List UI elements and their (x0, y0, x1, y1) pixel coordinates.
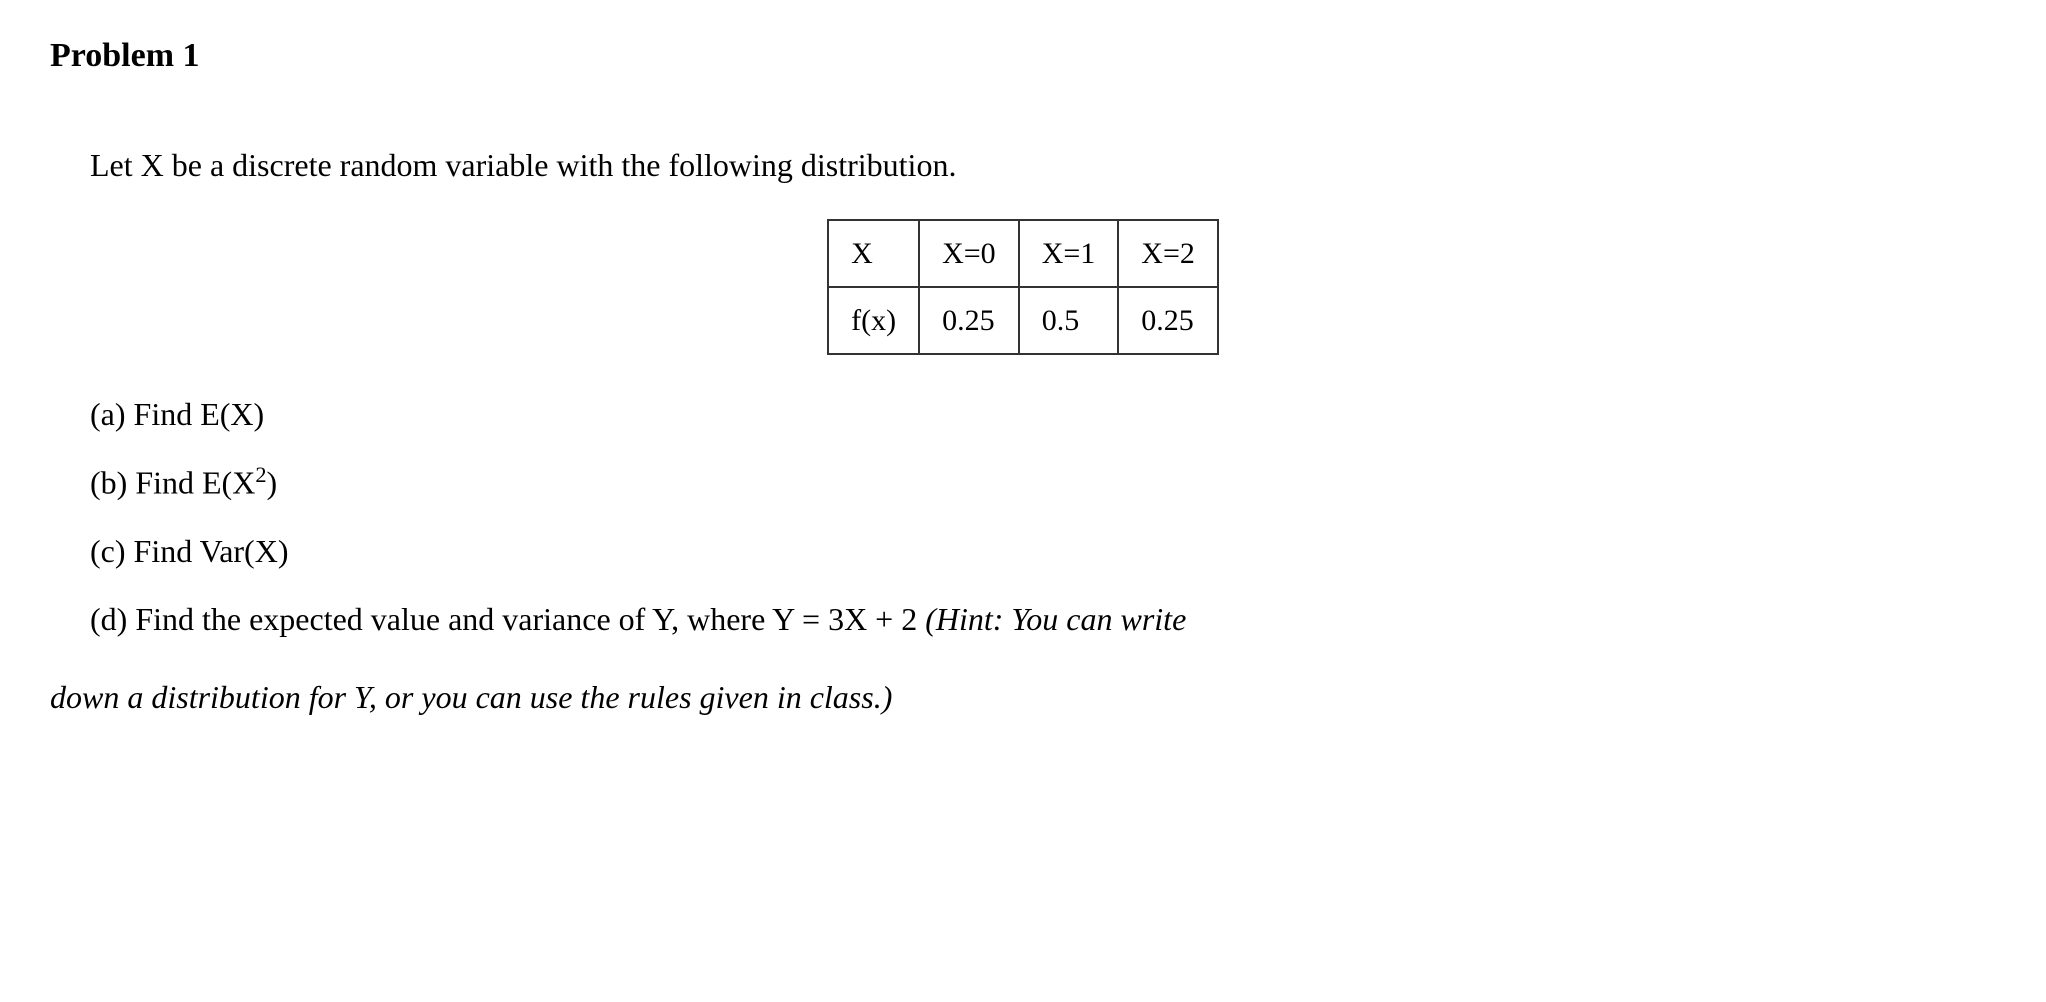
part-b-suffix: ) (267, 465, 278, 501)
part-a: (a) Find E(X) (90, 390, 1996, 438)
table-cell-x0: X=0 (919, 220, 1019, 287)
part-b-superscript: 2 (255, 462, 266, 487)
table-cell-x1: X=1 (1019, 220, 1119, 287)
table-cell-x-label: X (828, 220, 919, 287)
part-c: (c) Find Var(X) (90, 527, 1996, 575)
table-cell-fx2: 0.25 (1118, 287, 1218, 354)
part-d-continuation: down a distribution for Y, or you can us… (50, 673, 1996, 721)
problem-title: Problem 1 (50, 30, 1996, 81)
part-d-hint: (Hint: You can write (925, 601, 1186, 637)
part-d: (d) Find the expected value and variance… (90, 595, 1996, 643)
distribution-table: X X=0 X=1 X=2 f(x) 0.25 0.5 0.25 (827, 219, 1219, 355)
table-row: f(x) 0.25 0.5 0.25 (828, 287, 1218, 354)
part-d-main: (d) Find the expected value and variance… (90, 601, 925, 637)
table-cell-x2: X=2 (1118, 220, 1218, 287)
part-b-prefix: (b) Find E(X (90, 465, 255, 501)
problem-intro: Let X be a discrete random variable with… (90, 141, 1996, 189)
table-cell-fx0: 0.25 (919, 287, 1019, 354)
problem-parts: (a) Find E(X) (b) Find E(X2) (c) Find Va… (90, 390, 1996, 643)
table-cell-fx-label: f(x) (828, 287, 919, 354)
part-b: (b) Find E(X2) (90, 458, 1996, 507)
distribution-table-container: X X=0 X=1 X=2 f(x) 0.25 0.5 0.25 (50, 219, 1996, 355)
table-row: X X=0 X=1 X=2 (828, 220, 1218, 287)
table-cell-fx1: 0.5 (1019, 287, 1119, 354)
